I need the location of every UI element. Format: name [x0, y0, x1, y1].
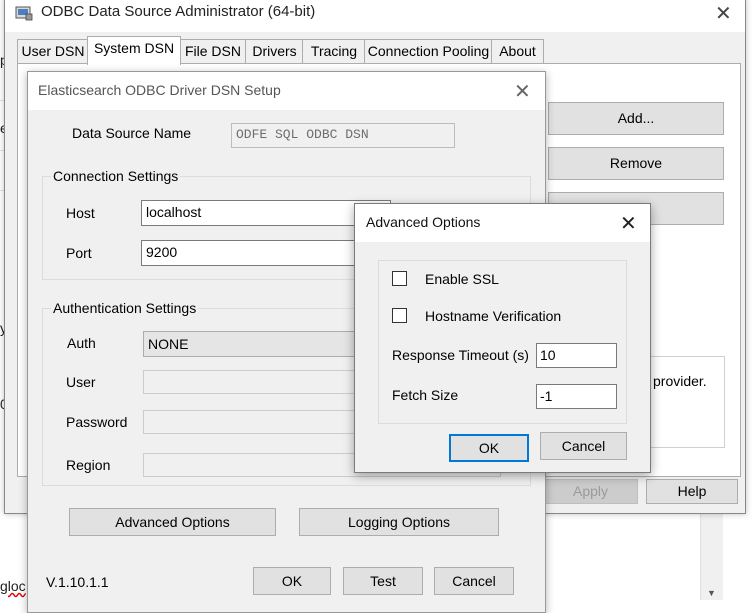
apply-button[interactable]: Apply: [543, 479, 638, 504]
tab-system-dsn[interactable]: System DSN: [87, 36, 181, 65]
hostname-verification-label: Hostname Verification: [425, 308, 562, 324]
advanced-options-button[interactable]: Advanced Options: [69, 508, 276, 536]
title-bar: ODBC Data Source Administrator (64-bit) …: [5, 0, 745, 32]
advanced-options-dialog: Advanced Options ✕ Enable SSL Hostname V…: [354, 203, 651, 473]
remove-button[interactable]: Remove: [548, 147, 724, 180]
close-icon[interactable]: ✕: [715, 3, 732, 23]
add-button[interactable]: Add...: [548, 102, 724, 135]
tab-file-dsn[interactable]: File DSN: [179, 39, 247, 64]
enable-ssl-checkbox[interactable]: [392, 271, 407, 286]
ok-button[interactable]: OK: [253, 567, 331, 595]
data-source-name-field: ODFE SQL ODBC DSN: [231, 123, 455, 148]
port-label: Port: [66, 245, 92, 261]
advanced-options-title: Advanced Options: [366, 214, 481, 230]
test-button[interactable]: Test: [343, 567, 423, 595]
connection-settings-label: Connection Settings: [51, 168, 181, 184]
fetch-size-label: Fetch Size: [392, 387, 459, 403]
tab-user-dsn[interactable]: User DSN: [17, 39, 89, 64]
data-source-name-label: Data Source Name: [72, 125, 192, 141]
advanced-cancel-button[interactable]: Cancel: [540, 432, 627, 460]
user-label: User: [66, 374, 96, 390]
response-timeout-label: Response Timeout (s): [392, 347, 529, 363]
tab-connection-pooling[interactable]: Connection Pooling: [364, 39, 493, 64]
odbc-admin-icon: [15, 5, 33, 21]
window-title: ODBC Data Source Administrator (64-bit): [41, 3, 316, 20]
close-icon[interactable]: ✕: [514, 81, 531, 101]
auth-label: Auth: [67, 335, 96, 351]
enable-ssl-label: Enable SSL: [425, 271, 499, 287]
help-button[interactable]: Help: [646, 479, 738, 504]
close-icon[interactable]: ✕: [620, 213, 637, 233]
background-scrollbar[interactable]: ▼: [700, 505, 723, 600]
authentication-settings-label: Authentication Settings: [51, 300, 199, 316]
version-label: V.1.10.1.1: [46, 574, 109, 590]
host-label: Host: [66, 205, 95, 221]
scroll-down-arrow-icon[interactable]: ▼: [707, 588, 716, 598]
tab-drivers[interactable]: Drivers: [245, 39, 304, 64]
cancel-button[interactable]: Cancel: [434, 567, 514, 595]
advanced-ok-button[interactable]: OK: [449, 434, 529, 462]
response-timeout-field[interactable]: 10: [536, 343, 617, 368]
dsn-setup-title: Elasticsearch ODBC Driver DSN Setup: [38, 82, 281, 98]
fetch-size-field[interactable]: -1: [536, 384, 617, 409]
tab-tracing[interactable]: Tracing: [302, 39, 366, 64]
region-label: Region: [66, 457, 111, 473]
description-text: provider.: [653, 373, 707, 389]
advanced-options-title-bar: Advanced Options ✕: [355, 204, 650, 242]
auth-dropdown-value: NONE: [148, 336, 189, 352]
tab-about[interactable]: About: [491, 39, 544, 64]
logging-options-button[interactable]: Logging Options: [299, 508, 499, 536]
dsn-setup-title-bar: Elasticsearch ODBC Driver DSN Setup ✕: [28, 72, 545, 110]
hostname-verification-checkbox[interactable]: [392, 308, 407, 323]
background-text-fragment: gloc: [0, 578, 26, 594]
password-label: Password: [66, 414, 128, 430]
